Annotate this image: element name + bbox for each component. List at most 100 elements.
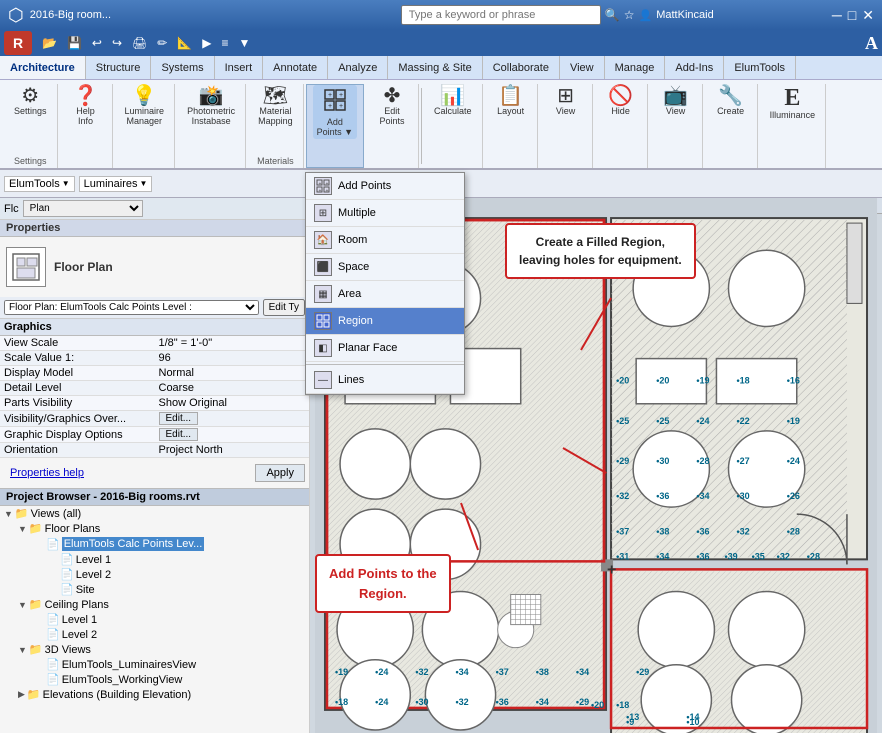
ribbon-btn-create[interactable]: 🔧 Create bbox=[711, 84, 751, 118]
dd-item-area[interactable]: ▦ Area bbox=[306, 281, 464, 308]
tab-massing[interactable]: Massing & Site bbox=[388, 56, 482, 79]
tab-addins[interactable]: Add-Ins bbox=[665, 56, 724, 79]
tab-systems[interactable]: Systems bbox=[151, 56, 214, 79]
dd-item-planar[interactable]: ◧ Planar Face bbox=[306, 335, 464, 362]
tree-item[interactable]: 📄Level 1 bbox=[0, 612, 309, 627]
area-label: Area bbox=[338, 288, 361, 300]
person-icon: 👤 bbox=[639, 9, 653, 22]
dd-item-multiple[interactable]: ⊞ Multiple bbox=[306, 200, 464, 227]
tree-item[interactable]: 📄Level 2 bbox=[0, 627, 309, 642]
elumtools-dropdown[interactable]: ElumTools ▼ bbox=[4, 176, 75, 192]
table-row: Parts Visibility Show Original bbox=[0, 396, 309, 411]
ribbon-btn-illuminance[interactable]: E Illuminance bbox=[766, 84, 820, 122]
svg-text:+: + bbox=[328, 103, 332, 110]
tree-item[interactable]: ▶📁Elevations (Building Elevation) bbox=[0, 687, 309, 702]
visibility-graphics-btn[interactable]: Edit... bbox=[159, 412, 199, 425]
tree-label: ElumTools Calc Points Lev... bbox=[62, 537, 205, 551]
graphic-display-btn[interactable]: Edit... bbox=[159, 428, 199, 441]
tab-insert[interactable]: Insert bbox=[215, 56, 264, 79]
app-button[interactable]: R bbox=[4, 31, 32, 55]
tree-item[interactable]: ▼📁Ceiling Plans bbox=[0, 597, 309, 612]
svg-text:•29: •29 bbox=[636, 667, 649, 677]
dd-item-space[interactable]: ⬛ Space bbox=[306, 254, 464, 281]
tree-item[interactable]: ▼📁Floor Plans bbox=[0, 521, 309, 536]
ribbon-btn-view2[interactable]: 📺 View bbox=[656, 84, 696, 118]
parts-visibility-label: Parts Visibility bbox=[0, 396, 155, 411]
ribbon-group-create: 🔧 Create bbox=[705, 84, 758, 168]
dd-item-add-points[interactable]: + + + + Add Points bbox=[306, 173, 464, 200]
tab-analyze[interactable]: Analyze bbox=[328, 56, 388, 79]
qa-save[interactable]: 💾 bbox=[63, 34, 86, 52]
ribbon-tabs: Architecture Structure Systems Insert An… bbox=[0, 56, 882, 80]
floor-plan-select[interactable]: Floor Plan: ElumTools Calc Points Level … bbox=[4, 300, 259, 315]
ribbon-btn-layout[interactable]: 📋 Layout bbox=[491, 84, 531, 118]
luminaires-dropdown[interactable]: Luminaires ▼ bbox=[79, 176, 153, 192]
ribbon-btn-settings[interactable]: ⚙ Settings bbox=[10, 84, 51, 118]
tree-item[interactable]: 📄ElumTools_LuminairesView bbox=[0, 657, 309, 672]
ribbon-btn-view1[interactable]: ⊞ View bbox=[546, 84, 586, 118]
properties-help-link[interactable]: Properties help bbox=[4, 465, 90, 481]
search-icon[interactable]: 🔍 bbox=[605, 8, 620, 22]
tab-architecture[interactable]: Architecture bbox=[0, 56, 86, 79]
ribbon-btn-hide[interactable]: 🚫 Hide bbox=[601, 84, 641, 118]
apply-button[interactable]: Apply bbox=[255, 464, 305, 482]
table-row: Visibility/Graphics Over... Edit... bbox=[0, 411, 309, 427]
properties-section: Properties Floor Plan Floor Plan: ElumTo… bbox=[0, 220, 309, 489]
dd-item-room[interactable]: 🏠 Room bbox=[306, 227, 464, 254]
qa-draw[interactable]: ✏ bbox=[153, 34, 171, 52]
tab-manage[interactable]: Manage bbox=[605, 56, 666, 79]
dd-item-region[interactable]: Region bbox=[306, 308, 464, 335]
ribbon-btn-editpoints[interactable]: ✤ EditPoints bbox=[372, 84, 412, 128]
ribbon-btn-addpoints[interactable]: + + + + AddPoints ▼ bbox=[313, 85, 357, 139]
tree-item[interactable]: 📄Site bbox=[0, 582, 309, 597]
svg-text:•20: •20 bbox=[656, 376, 669, 386]
tree-item[interactable]: 📄ElumTools_WorkingView bbox=[0, 672, 309, 687]
star-icon[interactable]: ☆ bbox=[624, 8, 635, 22]
add-points-label: Add Points bbox=[338, 180, 391, 192]
ribbon-btn-photometric[interactable]: 📸 PhotometricInstabase bbox=[183, 84, 239, 128]
qa-undo[interactable]: ↩ bbox=[88, 34, 106, 52]
close-btn[interactable]: ✕ bbox=[862, 7, 874, 24]
qa-menu[interactable]: ≡ bbox=[218, 34, 233, 52]
tree-item[interactable]: 📄ElumTools Calc Points Lev... bbox=[0, 536, 309, 552]
doc-icon: 📄 bbox=[60, 568, 74, 581]
tab-structure[interactable]: Structure bbox=[86, 56, 152, 79]
qa-redo[interactable]: ↪ bbox=[108, 34, 126, 52]
orientation-label: Orientation bbox=[0, 443, 155, 458]
ribbon-btn-material[interactable]: 🗺 MaterialMapping bbox=[254, 84, 297, 128]
tree-item[interactable]: 📄Level 1 bbox=[0, 552, 309, 567]
edit-type-btn[interactable]: Edit Ty bbox=[263, 299, 305, 316]
hide-icon: 🚫 bbox=[608, 86, 633, 106]
search-input[interactable] bbox=[401, 5, 601, 25]
qa-open[interactable]: 📂 bbox=[38, 34, 61, 52]
ribbon-group-editpoints: ✤ EditPoints bbox=[366, 84, 419, 168]
svg-text:•20: •20 bbox=[616, 376, 629, 386]
ribbon-btn-luminaire[interactable]: 💡 LuminaireManager bbox=[121, 84, 169, 128]
tab-annotate[interactable]: Annotate bbox=[263, 56, 328, 79]
dd-item-lines[interactable]: — Lines bbox=[306, 367, 464, 394]
dd-separator bbox=[306, 364, 464, 365]
svg-text:•39: •39 bbox=[724, 551, 737, 561]
maximize-btn[interactable]: □ bbox=[848, 7, 856, 24]
qa-print[interactable]: 🖨 bbox=[128, 34, 151, 52]
ribbon-group-material: 🗺 MaterialMapping Materials bbox=[248, 84, 304, 168]
tab-elumtools[interactable]: ElumTools bbox=[724, 56, 796, 79]
svg-text:•34: •34 bbox=[576, 667, 589, 677]
qa-play[interactable]: ▶ bbox=[198, 34, 215, 52]
qa-dropdown[interactable]: ▼ bbox=[235, 34, 255, 52]
luminaire-icon: 💡 bbox=[132, 86, 157, 106]
tab-collaborate[interactable]: Collaborate bbox=[483, 56, 560, 79]
tree-item[interactable]: ▼📁3D Views bbox=[0, 642, 309, 657]
tree-item[interactable]: ▼📁Views (all) bbox=[0, 506, 309, 521]
floor-plan-preview: Floor Plan bbox=[0, 237, 309, 297]
ribbon-btn-calculate[interactable]: 📊 Calculate bbox=[430, 84, 476, 118]
plan-select[interactable]: Plan Ceiling Plan 3D View bbox=[23, 200, 143, 217]
tab-view[interactable]: View bbox=[560, 56, 605, 79]
ribbon-btn-help[interactable]: ❓ HelpInfo bbox=[66, 84, 106, 128]
svg-text:•28: •28 bbox=[696, 456, 709, 466]
tree-label: Elevations (Building Elevation) bbox=[43, 689, 192, 701]
minimize-btn[interactable]: ─ bbox=[832, 7, 842, 24]
tree-item[interactable]: 📄Level 2 bbox=[0, 567, 309, 582]
svg-text:+: + bbox=[607, 560, 616, 578]
qa-measure[interactable]: 📐 bbox=[173, 34, 196, 52]
